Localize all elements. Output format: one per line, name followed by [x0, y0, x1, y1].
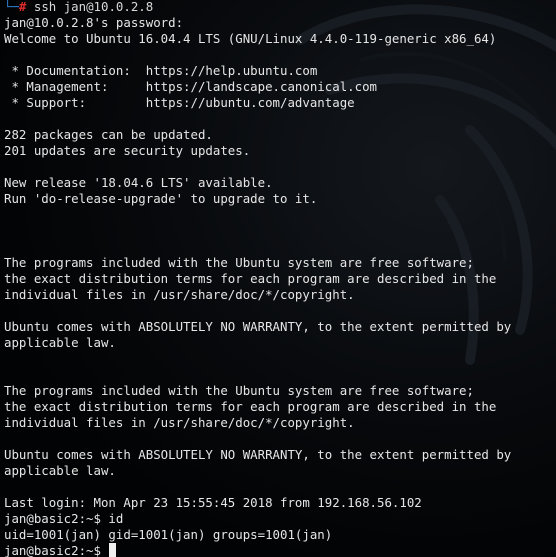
output-line: * Management: https://landscape.canonica…: [4, 79, 377, 94]
terminal-output: └─# ssh jan@10.0.2.8 jan@10.0.2.8's pass…: [4, 0, 556, 557]
output-line: the exact distribution terms for each pr…: [4, 399, 497, 414]
text-cursor[interactable]: [109, 543, 117, 557]
root-prompt-hash: #: [18, 0, 27, 14]
output-lines: jan@10.0.2.8's password: Welcome to Ubunt…: [4, 15, 556, 543]
output-line: Last login: Mon Apr 23 15:55:45 2018 fro…: [4, 495, 422, 510]
output-line: The programs included with the Ubuntu sy…: [4, 255, 474, 270]
output-line: applicable law.: [4, 335, 116, 350]
command-line-ssh: └─# ssh jan@10.0.2.8: [4, 0, 556, 15]
output-line: Ubuntu comes with ABSOLUTELY NO WARRANTY…: [4, 447, 512, 462]
shell-prompt: jan@basic2:~$: [4, 543, 109, 557]
output-line: 282 packages can be updated.: [4, 127, 213, 142]
ssh-command: ssh jan@10.0.2.8: [33, 0, 154, 14]
output-line: * Documentation: https://help.ubuntu.com: [4, 63, 318, 78]
output-line: Welcome to Ubuntu 16.04.4 LTS (GNU/Linux…: [4, 31, 497, 46]
output-line: applicable law.: [4, 463, 116, 478]
output-line: individual files in /usr/share/doc/*/cop…: [4, 287, 355, 302]
output-line: * Support: https://ubuntu.com/advantage: [4, 95, 355, 110]
output-line: Run 'do-release-upgrade' to upgrade to i…: [4, 191, 318, 206]
current-prompt-line[interactable]: jan@basic2:~$: [4, 543, 556, 557]
output-line: Ubuntu comes with ABSOLUTELY NO WARRANTY…: [4, 319, 512, 334]
output-line: uid=1001(jan) gid=1001(jan) groups=1001(…: [4, 527, 333, 542]
output-line: 201 updates are security updates.: [4, 143, 251, 158]
output-line: individual files in /usr/share/doc/*/cop…: [4, 415, 355, 430]
output-line: jan@10.0.2.8's password:: [4, 15, 184, 30]
output-line: the exact distribution terms for each pr…: [4, 271, 497, 286]
terminal-window[interactable]: └─# ssh jan@10.0.2.8 jan@10.0.2.8's pass…: [0, 0, 556, 557]
output-line: The programs included with the Ubuntu sy…: [4, 383, 474, 398]
output-line: jan@basic2:~$ id: [4, 511, 124, 526]
output-line: New release '18.04.6 LTS' available.: [4, 175, 273, 190]
prompt-corner-glyph: └─: [4, 0, 19, 14]
